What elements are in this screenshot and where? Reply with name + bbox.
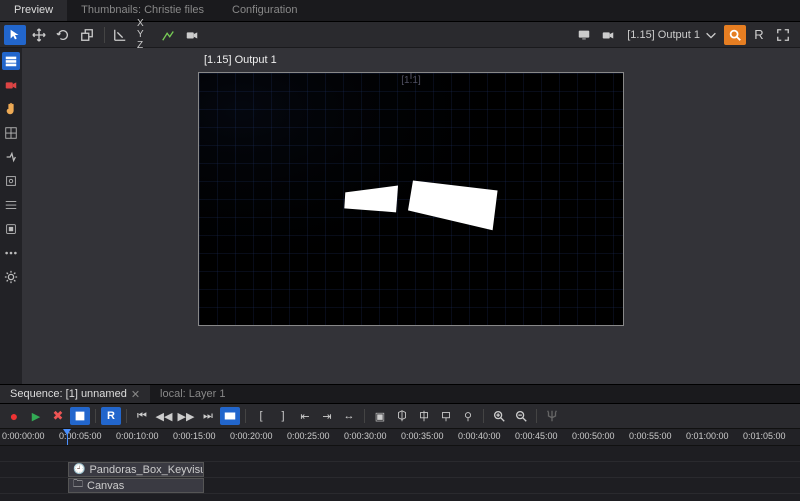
ruler-tick: 0:00:55:00 (629, 431, 672, 441)
view-tabs: Preview Thumbnails: Christie files Confi… (0, 0, 800, 22)
step-fwd-button[interactable]: ▶▶ (176, 407, 196, 425)
tab-preview[interactable]: Preview (0, 0, 67, 21)
clock-icon: 🕘 (73, 464, 85, 475)
track-row (0, 446, 800, 462)
camera-button[interactable] (181, 25, 203, 45)
preview-content (199, 73, 623, 326)
frame-button[interactable]: ▣ (370, 407, 390, 425)
align-right-button[interactable]: ⇥ (317, 407, 337, 425)
sequence-tabs: Sequence: [1] unnamed ✕ local: Layer 1 (0, 384, 800, 404)
preview-holder: [1.15] Output 1 [1.1] (22, 48, 800, 384)
sidebar-tool-d-button[interactable] (2, 220, 20, 238)
clip-label: Pandoras_Box_Keyvisual_V6 (89, 464, 204, 476)
marker-d-button[interactable] (458, 407, 478, 425)
sidebar-tool-b-button[interactable] (2, 172, 20, 190)
stop-button[interactable]: ✖ (48, 407, 68, 425)
zoom-out-button[interactable] (511, 407, 531, 425)
sidebar-settings-button[interactable] (2, 268, 20, 286)
ruler-tick: 0:01:05:00 (743, 431, 786, 441)
content-area: [1.15] Output 1 [1.1] (0, 48, 800, 384)
tab-sequence-label: Sequence: [1] unnamed (10, 388, 127, 400)
align-left-button[interactable]: ⇤ (295, 407, 315, 425)
tab-local[interactable]: local: Layer 1 (150, 385, 235, 403)
play-button[interactable]: ▶ (26, 407, 46, 425)
separator (104, 27, 105, 43)
ruler-tick: 0:00:50:00 (572, 431, 615, 441)
track-row: 🗀 Canvas (0, 478, 800, 494)
go-start-button[interactable]: ⏮ (132, 407, 152, 425)
arrows-h-button[interactable]: ↔ (339, 407, 359, 425)
clip-label: Canvas (87, 480, 124, 492)
ruler-tick: 0:00:25:00 (287, 431, 330, 441)
ruler-tick: 0:00:20:00 (230, 431, 273, 441)
track-gutter (0, 478, 68, 493)
sidebar (0, 48, 22, 384)
timeline-tool-b-button[interactable] (220, 407, 240, 425)
display-icon[interactable] (573, 25, 595, 45)
sidebar-grid-button[interactable] (2, 124, 20, 142)
marker-c-button[interactable] (436, 407, 456, 425)
go-end-button[interactable]: ⏭ (198, 407, 218, 425)
track-row: 🕘 Pandoras_Box_Keyvisual_V6 (0, 462, 800, 478)
sidebar-options-button[interactable] (2, 244, 20, 262)
sidebar-tool-a-button[interactable] (2, 148, 20, 166)
timeline-r-button[interactable]: R (101, 407, 121, 425)
step-back-button[interactable]: ◀◀ (154, 407, 174, 425)
record-button[interactable]: ● (4, 407, 24, 425)
bracket-close-button[interactable]: ] (273, 407, 293, 425)
ruler-tick: 0:00:30:00 (344, 431, 387, 441)
ruler-tick: 0:00:35:00 (401, 431, 444, 441)
timeline-tracks: 🕘 Pandoras_Box_Keyvisual_V6 🗀 Canvas (0, 446, 800, 501)
ruler-tick: 0:00:00:00 (2, 431, 45, 441)
select-tool-button[interactable] (4, 25, 26, 45)
move-tool-button[interactable] (28, 25, 50, 45)
output-selector[interactable]: [1.15] Output 1 (621, 28, 724, 42)
folder-icon: 🗀 (73, 478, 83, 493)
preview-viewport[interactable]: [1.1] (198, 72, 624, 326)
zoom-in-button[interactable] (489, 407, 509, 425)
ruler-tick: 0:00:10:00 (116, 431, 159, 441)
sidebar-tool-c-button[interactable] (2, 196, 20, 214)
axis-toggle-button[interactable] (109, 25, 131, 45)
ruler-tick: 0:01:00:00 (686, 431, 729, 441)
preview-label: [1.15] Output 1 (204, 54, 277, 66)
clip-canvas[interactable]: 🗀 Canvas (68, 478, 204, 493)
ruler-tick: 0:00:45:00 (515, 431, 558, 441)
clip-keyvisual[interactable]: 🕘 Pandoras_Box_Keyvisual_V6 (68, 462, 204, 477)
output-selector-label: [1.15] Output 1 (627, 29, 700, 41)
timeline-toolbar: ● ▶ ✖ R ⏮ ◀◀ ▶▶ ⏭ [ ] ⇤ ⇥ ↔ ▣ (0, 404, 800, 428)
bracket-open-button[interactable]: [ (251, 407, 271, 425)
marker-b-button[interactable] (414, 407, 434, 425)
xyz-label[interactable]: X Y Z (133, 25, 155, 45)
timeline-tool-a-button[interactable] (70, 407, 90, 425)
video-icon[interactable] (597, 25, 619, 45)
path-tool-button[interactable] (157, 25, 179, 45)
scale-tool-button[interactable] (76, 25, 98, 45)
tab-sequence-close[interactable]: ✕ (131, 388, 140, 401)
playhead-marker[interactable] (67, 429, 68, 445)
track-gutter (0, 462, 68, 477)
trident-button[interactable] (542, 407, 562, 425)
fullscreen-button[interactable] (772, 25, 794, 45)
tab-sequence[interactable]: Sequence: [1] unnamed ✕ (0, 385, 150, 403)
timeline-ruler[interactable]: 0:00:00:000:00:05:000:00:10:000:00:15:00… (0, 428, 800, 446)
chevron-down-icon (704, 28, 718, 42)
marker-a-button[interactable] (392, 407, 412, 425)
ruler-tick: 0:00:15:00 (173, 431, 216, 441)
sidebar-camera-button[interactable] (2, 76, 20, 94)
preview-toolbar: X Y Z [1.15] Output 1 R (0, 22, 800, 48)
r-button[interactable]: R (748, 25, 770, 45)
sidebar-hand-button[interactable] (2, 100, 20, 118)
tab-configuration[interactable]: Configuration (218, 0, 311, 21)
sidebar-layers-button[interactable] (2, 52, 20, 70)
search-button[interactable] (724, 25, 746, 45)
ruler-tick: 0:00:40:00 (458, 431, 501, 441)
rotate-tool-button[interactable] (52, 25, 74, 45)
